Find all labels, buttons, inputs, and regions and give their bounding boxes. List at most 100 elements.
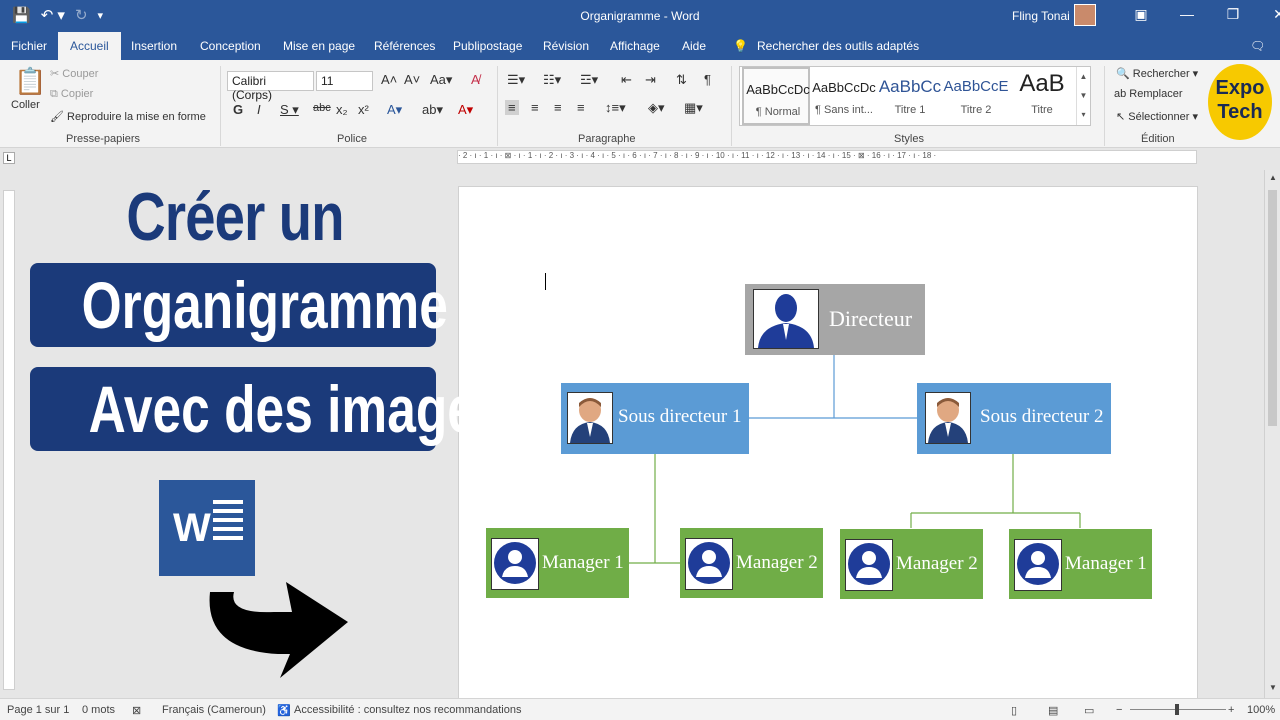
- comments-icon[interactable]: 🗨: [1250, 39, 1265, 53]
- vertical-scrollbar[interactable]: ▲ ▼: [1264, 170, 1280, 698]
- strikethrough-icon[interactable]: abc: [313, 102, 331, 114]
- font-name-select[interactable]: Calibri (Corps): [227, 71, 314, 102]
- paste-icon[interactable]: 📋: [14, 66, 46, 97]
- tab-accueil[interactable]: Accueil: [58, 32, 121, 60]
- font-size-select[interactable]: 11: [316, 71, 373, 91]
- underline-icon[interactable]: S ▾: [280, 102, 299, 118]
- ribbon-display-icon[interactable]: ▣: [1118, 6, 1164, 23]
- zoom-out-icon[interactable]: −: [1116, 704, 1122, 716]
- font-group-label: Police: [337, 133, 367, 145]
- user-circle-icon: [685, 538, 733, 590]
- tab-fichier[interactable]: Fichier: [11, 39, 47, 53]
- window-controls: ▣ — ❐ ✕: [1118, 6, 1280, 23]
- cut-button[interactable]: ✂ Couper: [50, 67, 98, 80]
- pilcrow-icon[interactable]: ¶: [704, 72, 711, 87]
- style-preview: AaBbCcDc: [746, 82, 810, 97]
- shrink-font-icon[interactable]: A˅: [404, 72, 420, 87]
- director-person-icon: [753, 289, 819, 349]
- scroll-down-icon[interactable]: ▼: [1267, 683, 1279, 695]
- tab-references[interactable]: Références: [374, 39, 435, 53]
- org-node-manager[interactable]: Manager 1: [486, 528, 629, 598]
- overlay-banner-text: Organigramme: [81, 268, 448, 342]
- org-node-manager[interactable]: Manager 1: [1009, 529, 1152, 599]
- proofing-icon[interactable]: ⊠: [132, 704, 141, 717]
- find-button[interactable]: 🔍 Rechercher ▾: [1116, 67, 1198, 80]
- web-layout-icon[interactable]: ▭: [1084, 704, 1094, 717]
- change-case-icon[interactable]: Aa▾: [430, 72, 452, 88]
- read-mode-icon[interactable]: ▯: [1011, 704, 1017, 717]
- tab-selector[interactable]: L: [3, 152, 15, 164]
- clear-format-icon[interactable]: A̸: [471, 72, 480, 87]
- zoom-slider-thumb[interactable]: [1175, 704, 1179, 715]
- bold-icon[interactable]: G: [233, 102, 243, 117]
- replace-button[interactable]: ab Remplacer: [1114, 88, 1182, 100]
- format-painter-button[interactable]: 🖌 Reproduire la mise en forme: [50, 110, 206, 123]
- divider: [1104, 66, 1105, 146]
- horizontal-ruler[interactable]: · 2 · ı · 1 · ı · ⊠ · ı · 1 · ı · 2 · ı …: [457, 150, 1197, 164]
- language-status[interactable]: Français (Cameroun): [162, 704, 266, 716]
- accessibility-status[interactable]: Accessibilité : consultez nos recommanda…: [294, 704, 521, 716]
- align-center-icon[interactable]: ≡: [531, 100, 539, 115]
- highlight-icon[interactable]: ab▾: [422, 102, 443, 118]
- sub-director-2-label: Sous directeur 2: [980, 406, 1104, 427]
- tab-mise-en-page[interactable]: Mise en page: [283, 39, 355, 53]
- tab-publipostage[interactable]: Publipostage: [453, 39, 522, 53]
- tab-aide[interactable]: Aide: [682, 39, 706, 53]
- tab-affichage[interactable]: Affichage: [610, 39, 660, 53]
- scroll-thumb[interactable]: [1268, 190, 1277, 426]
- justify-icon[interactable]: ≡: [577, 100, 585, 115]
- copy-button[interactable]: ⧉ Copier: [50, 88, 93, 101]
- org-node-manager[interactable]: Manager 2: [680, 528, 823, 598]
- minimize-icon[interactable]: —: [1164, 6, 1210, 23]
- superscript-icon[interactable]: x²: [358, 102, 369, 117]
- grow-font-icon[interactable]: A˄: [381, 72, 397, 87]
- subscript-icon[interactable]: x₂: [336, 102, 348, 117]
- scroll-up-icon[interactable]: ▲: [1267, 173, 1279, 185]
- word-count[interactable]: 0 mots: [82, 704, 115, 716]
- tab-revision[interactable]: Révision: [543, 39, 589, 53]
- print-layout-icon[interactable]: ▤: [1048, 704, 1058, 717]
- increase-indent-icon[interactable]: ⇥: [645, 72, 656, 88]
- org-node-director[interactable]: Directeur: [745, 284, 925, 355]
- org-node-sub-director-1[interactable]: Sous directeur 1: [561, 383, 749, 454]
- style-heading-1[interactable]: AaBbCc Titre 1: [876, 67, 944, 125]
- select-button[interactable]: ↖ Sélectionner ▾: [1116, 110, 1198, 123]
- tell-me-search[interactable]: Rechercher des outils adaptés: [757, 39, 919, 53]
- align-left-icon[interactable]: ≡: [505, 100, 519, 115]
- decrease-indent-icon[interactable]: ⇤: [621, 72, 632, 88]
- zoom-in-icon[interactable]: +: [1228, 704, 1234, 716]
- page-count[interactable]: Page 1 sur 1: [7, 704, 69, 716]
- style-title[interactable]: AaB Titre: [1008, 67, 1076, 125]
- user-name[interactable]: Fling Tonai: [1012, 9, 1070, 23]
- vertical-ruler[interactable]: [3, 190, 15, 690]
- text-effects-icon[interactable]: A▾: [387, 102, 402, 118]
- numbering-icon[interactable]: ☷▾: [543, 72, 561, 88]
- borders-icon[interactable]: ▦▾: [684, 100, 703, 116]
- shading-icon[interactable]: ◈▾: [648, 100, 665, 116]
- manager-label: Manager 1: [542, 552, 624, 573]
- close-icon[interactable]: ✕: [1256, 6, 1280, 23]
- font-size-value: 11: [321, 74, 334, 88]
- font-color-icon[interactable]: A▾: [458, 102, 473, 118]
- sort-icon[interactable]: ⇅: [676, 72, 687, 88]
- org-node-sub-director-2[interactable]: Sous directeur 2: [917, 383, 1111, 454]
- style-preview: AaB: [1019, 70, 1065, 97]
- tab-insertion[interactable]: Insertion: [131, 39, 177, 53]
- zoom-level[interactable]: 100%: [1247, 704, 1275, 716]
- bullets-icon[interactable]: ☰▾: [507, 72, 525, 88]
- paste-button[interactable]: Coller: [11, 99, 40, 111]
- style-no-spacing[interactable]: AaBbCcDc ¶ Sans int...: [810, 67, 878, 125]
- style-heading-2[interactable]: AaBbCcE Titre 2: [942, 67, 1010, 125]
- italic-icon[interactable]: I: [257, 102, 261, 117]
- org-node-manager[interactable]: Manager 2: [840, 529, 983, 599]
- user-circle-icon: [845, 539, 893, 591]
- styles-scroll[interactable]: ▲ ▼ ▾: [1076, 67, 1090, 125]
- logo-line2: Tech: [1217, 101, 1263, 123]
- tab-conception[interactable]: Conception: [200, 39, 261, 53]
- avatar[interactable]: [1074, 4, 1096, 26]
- align-right-icon[interactable]: ≡: [554, 100, 562, 115]
- multilevel-list-icon[interactable]: ☲▾: [580, 72, 598, 88]
- line-spacing-icon[interactable]: ↕≡▾: [605, 100, 626, 116]
- maximize-icon[interactable]: ❐: [1210, 6, 1256, 23]
- style-normal[interactable]: AaBbCcDc ¶ Normal: [742, 67, 810, 125]
